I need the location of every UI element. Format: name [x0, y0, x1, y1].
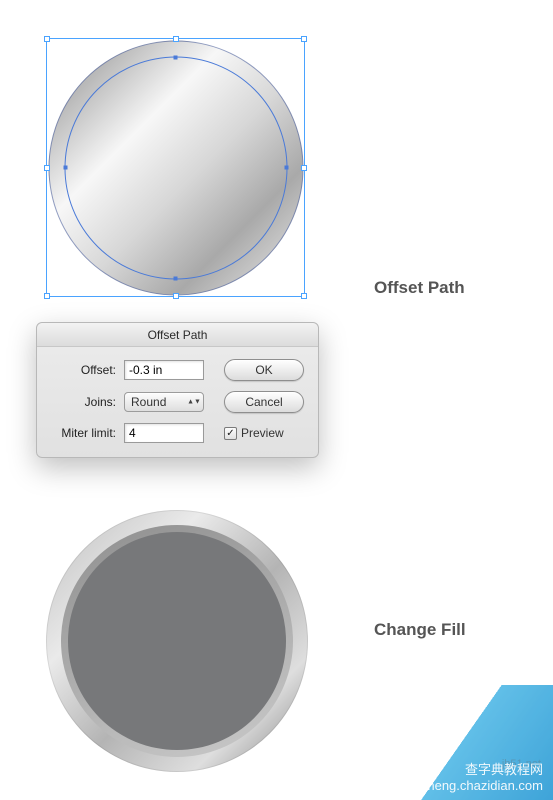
resize-handle-e[interactable]	[301, 165, 307, 171]
watermark-text: 查字典教程网 jiaocheng.chazidian.com	[401, 762, 543, 794]
inner-fill-circle	[68, 532, 286, 750]
checkmark-icon: ✓	[226, 428, 234, 439]
bounding-box	[46, 38, 305, 297]
offset-input[interactable]	[124, 360, 204, 380]
cancel-button[interactable]: Cancel	[224, 391, 304, 413]
preview-row: ✓ Preview	[224, 426, 304, 440]
resize-handle-w[interactable]	[44, 165, 50, 171]
offset-label: Offset:	[51, 363, 116, 377]
resize-handle-s[interactable]	[173, 293, 179, 299]
updown-arrows-icon: ▲▼	[189, 400, 199, 405]
watermark: jb51.net 查字典教程网 jiaocheng.chazidian.com	[398, 685, 553, 800]
preview-checkbox[interactable]: ✓	[224, 427, 237, 440]
dialog-title: Offset Path	[37, 323, 318, 347]
caption-change-fill: Change Fill	[374, 620, 466, 640]
ok-button[interactable]: OK	[224, 359, 304, 381]
joins-value: Round	[131, 395, 166, 409]
miter-input[interactable]	[124, 423, 204, 443]
resize-handle-ne[interactable]	[301, 36, 307, 42]
offset-path-dialog: Offset Path Offset: OK Joins: Round ▲▼ C…	[36, 322, 319, 458]
filled-circle-artwork	[46, 510, 308, 772]
resize-handle-n[interactable]	[173, 36, 179, 42]
watermark-line-1: 查字典教程网	[465, 762, 543, 777]
resize-handle-nw[interactable]	[44, 36, 50, 42]
watermark-line-2: jiaocheng.chazidian.com	[401, 778, 543, 793]
selected-circle-artwork	[48, 40, 303, 295]
joins-label: Joins:	[51, 395, 116, 409]
caption-offset-path: Offset Path	[374, 278, 465, 298]
miter-label: Miter limit:	[51, 426, 116, 440]
resize-handle-sw[interactable]	[44, 293, 50, 299]
dialog-body: Offset: OK Joins: Round ▲▼ Cancel Miter …	[37, 347, 318, 457]
resize-handle-se[interactable]	[301, 293, 307, 299]
preview-label: Preview	[241, 426, 284, 440]
joins-select[interactable]: Round ▲▼	[124, 392, 204, 412]
